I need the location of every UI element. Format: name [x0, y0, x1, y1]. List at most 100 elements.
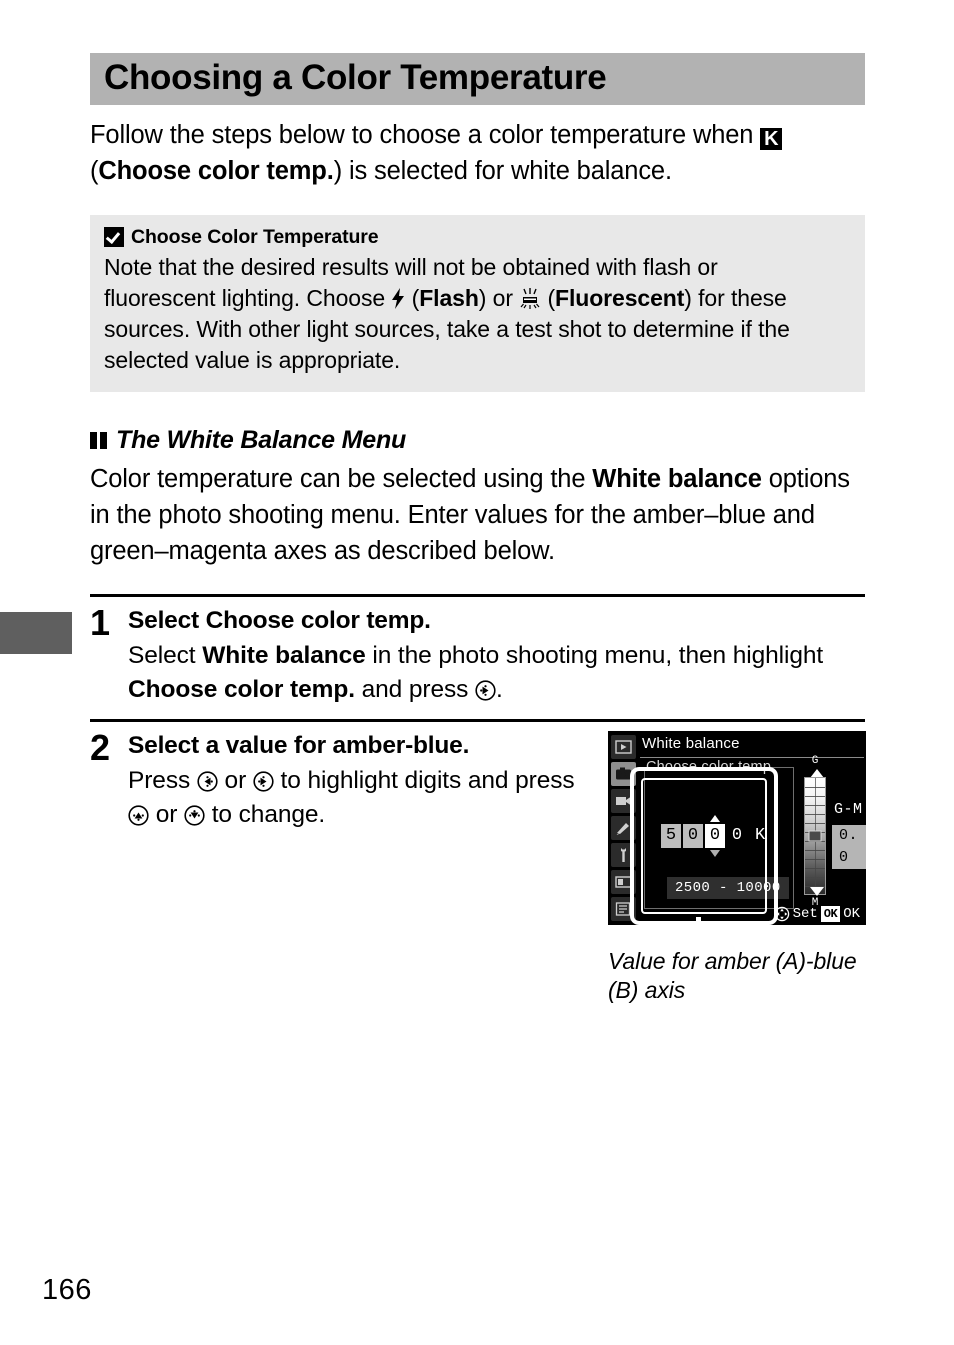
callout-leader-line: [696, 917, 701, 949]
step-1-text-b: in the photo shooting menu, then highlig…: [365, 642, 824, 669]
step-1-text-a: Select: [128, 642, 203, 669]
step-2-text: Press or to highlight digits and press o…: [128, 764, 598, 832]
step-1-bold-white-balance: White balance: [202, 642, 366, 669]
step-1-body: Select Choose color temp. Select White b…: [128, 606, 865, 707]
note-fluor-open-paren: (: [541, 284, 556, 311]
retouch-menu-icon[interactable]: [611, 870, 636, 894]
gm-tick: [805, 805, 825, 806]
note-heading: Choose Color Temperature: [131, 225, 379, 248]
subsection-heading: The White Balance Menu: [116, 425, 407, 454]
gm-axis-name: G-M: [834, 801, 863, 818]
lcd-footer-hints: Set OK OK: [774, 906, 860, 922]
page-title: Choosing a Color Temperature: [104, 58, 607, 97]
note-flash-bold: Flash: [419, 284, 479, 311]
digit-increase-caret-icon: [710, 815, 720, 822]
double-bar-bullet-icon: [90, 431, 107, 449]
temperature-range-chip: 2500 - 10000: [667, 877, 789, 899]
lcd-value-panel: 5 0 0 0 K 2500 - 10000: [644, 767, 794, 909]
subsection-text-a: Color temperature can be selected using …: [90, 464, 593, 493]
page-content: Choosing a Color Temperature Follow the …: [90, 0, 866, 1017]
movie-shooting-menu-icon[interactable]: [611, 789, 636, 813]
gm-axis-top-label: G: [811, 755, 819, 767]
step-2-text-e: to change.: [205, 801, 326, 828]
step-2-body: Select a value for amber-blue. Press or …: [128, 731, 866, 1005]
subsection-paragraph: Color temperature can be selected using …: [90, 461, 865, 569]
digit-3-selected[interactable]: 0: [705, 815, 725, 857]
lcd-set-label: Set: [792, 906, 818, 922]
gm-tick: [805, 787, 825, 788]
gm-axis-down-arrow-icon: [810, 887, 824, 896]
note-heading-row: Choose Color Temperature: [104, 226, 849, 249]
setup-menu-icon[interactable]: [611, 843, 636, 867]
subsection-heading-row: The White Balance Menu: [90, 426, 865, 455]
gm-tick: [805, 823, 825, 824]
gm-tick: [805, 814, 825, 815]
step-2-text-a: Press: [128, 767, 197, 794]
step-1-text-d: .: [496, 676, 503, 703]
kelvin-unit-label: K: [755, 826, 766, 845]
digit-4: 0: [731, 826, 743, 845]
step-1-title: Select Choose color temp.: [128, 606, 865, 636]
intro-bold-choose-color-temp: Choose color temp.: [98, 157, 334, 185]
figure-caption: Value for amber (A)-blue (B) axis: [608, 948, 857, 1003]
multi-selector-up-icon: [128, 805, 149, 826]
lcd-title-divider: [640, 757, 864, 758]
custom-settings-icon[interactable]: [611, 816, 636, 840]
caution-icon: [104, 227, 124, 247]
intro-paragraph: Follow the steps below to choose a color…: [90, 117, 865, 189]
step-2-text-b: or: [217, 767, 253, 794]
note-fluorescent-bold: Fluorescent: [555, 284, 685, 311]
color-temperature-digits[interactable]: 5 0 0 0 K: [661, 815, 766, 857]
note-flash-open-paren: (: [405, 284, 420, 311]
note-line-4: selected value is appropriate.: [104, 346, 401, 373]
gm-tick: [805, 877, 825, 878]
step-1-number: 1: [90, 602, 111, 643]
recent-settings-icon[interactable]: [611, 897, 636, 921]
step-2-number: 2: [90, 727, 111, 768]
note-line-2b: ) or: [478, 284, 520, 311]
note-line-3: sources. With other light sources, take …: [104, 315, 790, 342]
step-1-title-plain: Select: [128, 607, 206, 634]
flash-icon: [391, 287, 405, 309]
chapter-tab-marker: [0, 612, 72, 654]
subsection-bold-white-balance: White balance: [592, 464, 762, 493]
digit-2[interactable]: 0: [683, 824, 703, 848]
step-1-text-c: and press: [354, 676, 476, 703]
multi-selector-left-icon: [197, 771, 218, 792]
playback-icon[interactable]: [611, 735, 636, 759]
multi-selector-right-icon-2: [253, 771, 274, 792]
multi-selector-right-icon: [475, 680, 496, 701]
step-2-text-column: Select a value for amber-blue. Press or …: [128, 731, 598, 832]
fluorescent-icon: [519, 287, 541, 309]
step-2: 2 Select a value for amber-blue. Press o…: [90, 722, 866, 1017]
page-number: 166: [42, 1274, 92, 1306]
lcd-ok-label: OK: [843, 906, 860, 922]
note-line-1: Note that the desired results will not b…: [104, 253, 718, 280]
step-2-text-d: or: [149, 801, 184, 828]
photo-shooting-menu-icon[interactable]: [611, 762, 636, 786]
step-1-bold-choose-color-temp: Choose color temp.: [128, 676, 355, 703]
digit-decrease-caret-icon: [710, 850, 720, 857]
green-magenta-slider[interactable]: [804, 777, 826, 895]
camera-lcd-screen: White balance Choose color temp. 5 0 0 0…: [608, 731, 866, 925]
figure-column: White balance Choose color temp. 5 0 0 0…: [608, 731, 866, 1005]
step-2-text-c: to highlight digits and press: [273, 767, 575, 794]
gm-tick: [805, 796, 825, 797]
lcd-menu-rail: [611, 735, 637, 921]
kelvin-glyph-icon: K: [760, 128, 783, 150]
gm-tick: [805, 859, 825, 860]
caution-note-box: Choose Color Temperature Note that the d…: [90, 214, 865, 392]
gm-tick: [805, 868, 825, 869]
step-1-title-bold: Choose color temp.: [205, 607, 431, 634]
gm-axis-value: 0. 0: [832, 825, 866, 869]
intro-text-part1: Follow the steps below to choose a color…: [90, 121, 761, 149]
note-line-2c: ) for these: [684, 284, 787, 311]
digit-1[interactable]: 5: [661, 824, 681, 848]
page-title-banner: Choosing a Color Temperature: [90, 53, 865, 105]
gm-tick: [805, 850, 825, 851]
step-1-text: Select White balance in the photo shooti…: [128, 639, 865, 707]
ok-button-chip-icon: OK: [820, 906, 841, 922]
note-line-2a: fluorescent lighting. Choose: [104, 284, 392, 311]
gm-slider-marker[interactable]: [808, 830, 822, 842]
multi-selector-down-icon: [184, 805, 205, 826]
